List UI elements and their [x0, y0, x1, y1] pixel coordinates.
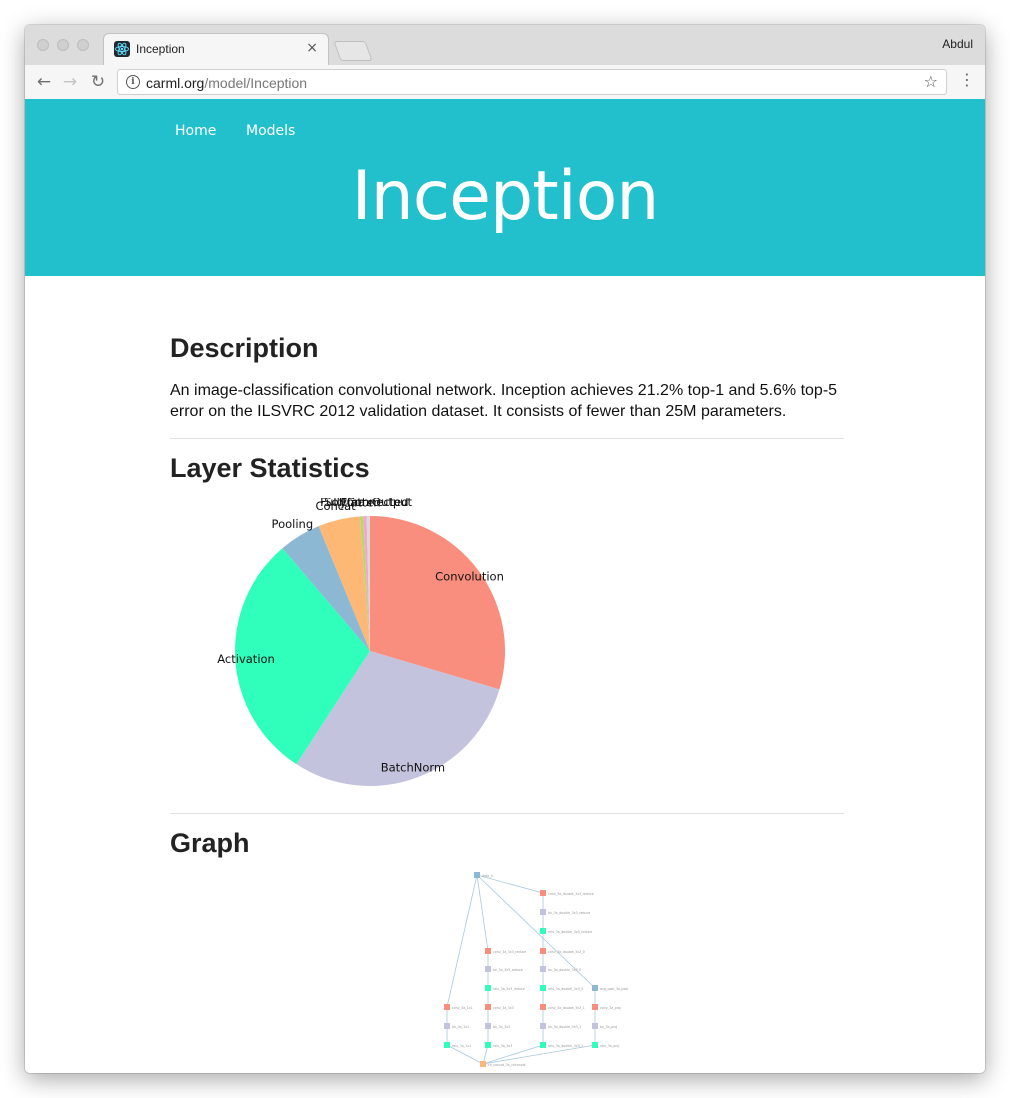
browser-window: Inception × Abdul ← → ↻ i carml.org/mode…	[25, 25, 985, 1073]
graph-node-bn_3a_3x3[interactable]	[485, 1023, 491, 1029]
forward-arrow-icon[interactable]: →	[59, 71, 81, 93]
graph-node-relu_3a_3x3_reduce[interactable]	[485, 985, 491, 991]
graph-node-bn_3a_proj[interactable]	[592, 1023, 598, 1029]
graph-node-label: conv_3a_3x3	[493, 1006, 514, 1010]
graph-node-conv_3a_double_3x3_reduce[interactable]	[540, 890, 546, 896]
graph-edge	[476, 874, 489, 952]
nav-models-link[interactable]: Models	[246, 123, 295, 139]
model-graph: data_0 conv_3a_double_3x3_reduce bn_3a_dou…	[444, 872, 628, 1067]
graph-node-label: bn_3a_double_3x3_reduce	[548, 911, 590, 915]
graph-node-label: conv_3a_double_3x3_1	[548, 1006, 585, 1010]
close-tab-icon[interactable]: ×	[306, 40, 318, 56]
url-host: carml.org	[146, 75, 205, 91]
graph-edge	[446, 874, 478, 1008]
react-logo-icon	[114, 41, 130, 57]
browser-menu-icon[interactable]: ⋮	[959, 72, 975, 88]
pie-label-convolution: Convolution	[435, 570, 504, 584]
pie-label-softmaxoutput: SoftmaxOutput	[324, 498, 412, 509]
graph-node-label: relu_3a_3x3_reduce	[493, 987, 525, 991]
graph-node-label: conv_3a_double_3x3_0	[548, 950, 585, 954]
graph-node-label: bn_3a_3x3	[493, 1025, 510, 1029]
divider	[170, 813, 844, 814]
bookmark-star-icon[interactable]: ☆	[924, 72, 938, 91]
browser-tab[interactable]: Inception ×	[103, 33, 329, 66]
back-arrow-icon[interactable]: ←	[33, 71, 55, 93]
graph-node-label: bn_3a_1x1	[452, 1025, 469, 1029]
graph-node-relu_3a_3x3[interactable]	[485, 1042, 491, 1048]
description-text: An image-classification convolutional ne…	[170, 382, 838, 420]
graph-node-bn_3a_1x1[interactable]	[444, 1023, 450, 1029]
graph-node-data_0[interactable]	[474, 872, 480, 878]
graph-node-conv_3a_3x3[interactable]	[485, 1004, 491, 1010]
graph-node-label: conv_3a_1x1	[452, 1006, 473, 1010]
graph-node-relu_3a_proj[interactable]	[592, 1042, 598, 1048]
graph-node-conv_3a_1x1[interactable]	[444, 1004, 450, 1010]
graph-node-relu_3a_1x1[interactable]	[444, 1042, 450, 1048]
graph-node-bn_3a_double_3x3_reduce[interactable]	[540, 909, 546, 915]
new-tab-button[interactable]	[333, 41, 373, 61]
graph-node-label: relu_3a_double_3x3_0	[548, 987, 583, 991]
graph-node-label: relu_3a_double_3x3_1	[548, 1044, 583, 1048]
graph-node-label: bn_3a_3x3_reduce	[493, 968, 523, 972]
zoom-window-button[interactable]	[77, 39, 89, 51]
minimize-window-button[interactable]	[57, 39, 69, 51]
profile-name[interactable]: Abdul	[942, 37, 973, 51]
browser-toolbar: ← → ↻ i carml.org/model/Inception ☆ ⋮	[25, 65, 985, 100]
graph-node-avg_pool_3a_pool[interactable]	[592, 985, 598, 991]
graph-node-bn_3a_3x3_reduce[interactable]	[485, 966, 491, 972]
layer-statistics-heading: Layer Statistics	[170, 453, 370, 483]
layer-statistics-pie-chart: ConvolutionBatchNormActivationPoolingCon…	[217, 498, 505, 786]
divider	[170, 438, 844, 439]
graph-node-relu_3a_double_3x3_0[interactable]	[540, 985, 546, 991]
graph-node-bn_3a_double_3x3_0[interactable]	[540, 966, 546, 972]
graph-node-bn_3a_double_3x3_1[interactable]	[540, 1023, 546, 1029]
graph-node-conv_3a_double_3x3_1[interactable]	[540, 1004, 546, 1010]
info-icon[interactable]: i	[126, 75, 140, 89]
close-window-button[interactable]	[37, 39, 49, 51]
nav-home-link[interactable]: Home	[175, 123, 216, 139]
tab-strip: Inception × Abdul	[25, 25, 985, 66]
graph-node-label: conv_3a_3x3_reduce	[493, 950, 526, 954]
graph-heading: Graph	[170, 828, 250, 858]
graph-node-conv_3a_double_3x3_0[interactable]	[540, 948, 546, 954]
graph-node-conv_3a_proj[interactable]	[592, 1004, 598, 1010]
pie-label-batchnorm: BatchNorm	[381, 761, 445, 775]
graph-node-label: avg_pool_3a_pool	[600, 987, 628, 991]
pie-label-pooling: Pooling	[272, 517, 314, 531]
graph-node-label: relu_3a_1x1	[452, 1044, 471, 1048]
page-content: Home Models Inception Description An ima…	[25, 99, 985, 1073]
address-bar[interactable]: i carml.org/model/Inception ☆	[117, 69, 947, 95]
graph-node-ch_concat_3a_chconcat[interactable]	[480, 1061, 486, 1067]
reload-icon[interactable]: ↻	[87, 71, 109, 93]
graph-node-label: bn_3a_double_3x3_0	[548, 968, 581, 972]
hero-banner: Home Models Inception	[25, 99, 985, 276]
graph-node-label: relu_3a_double_3x3_reduce	[548, 930, 592, 934]
tab-title: Inception	[136, 42, 185, 56]
graph-node-relu_3a_double_3x3_1[interactable]	[540, 1042, 546, 1048]
url-path: /model/Inception	[204, 75, 308, 91]
graph-node-label: bn_3a_double_3x3_1	[548, 1025, 581, 1029]
graph-node-conv_3a_3x3_reduce[interactable]	[485, 948, 491, 954]
pie-label-activation: Activation	[217, 652, 275, 666]
graph-node-label: relu_3a_proj	[600, 1044, 619, 1048]
graph-node-relu_3a_double_3x3_reduce[interactable]	[540, 928, 546, 934]
description-heading: Description	[170, 333, 319, 363]
graph-node-label: conv_3a_double_3x3_reduce	[548, 892, 594, 896]
graph-node-label: bn_3a_proj	[600, 1025, 617, 1029]
url-text[interactable]: carml.org/model/Inception	[146, 75, 307, 91]
graph-node-label: conv_3a_proj	[600, 1006, 621, 1010]
graph-edge	[482, 1044, 544, 1065]
graph-node-label: data_0	[482, 874, 493, 878]
graph-node-label: relu_3a_3x3	[493, 1044, 512, 1048]
page-title: Inception	[351, 157, 660, 236]
graph-node-label: ch_concat_3a_chconcat	[488, 1063, 526, 1067]
